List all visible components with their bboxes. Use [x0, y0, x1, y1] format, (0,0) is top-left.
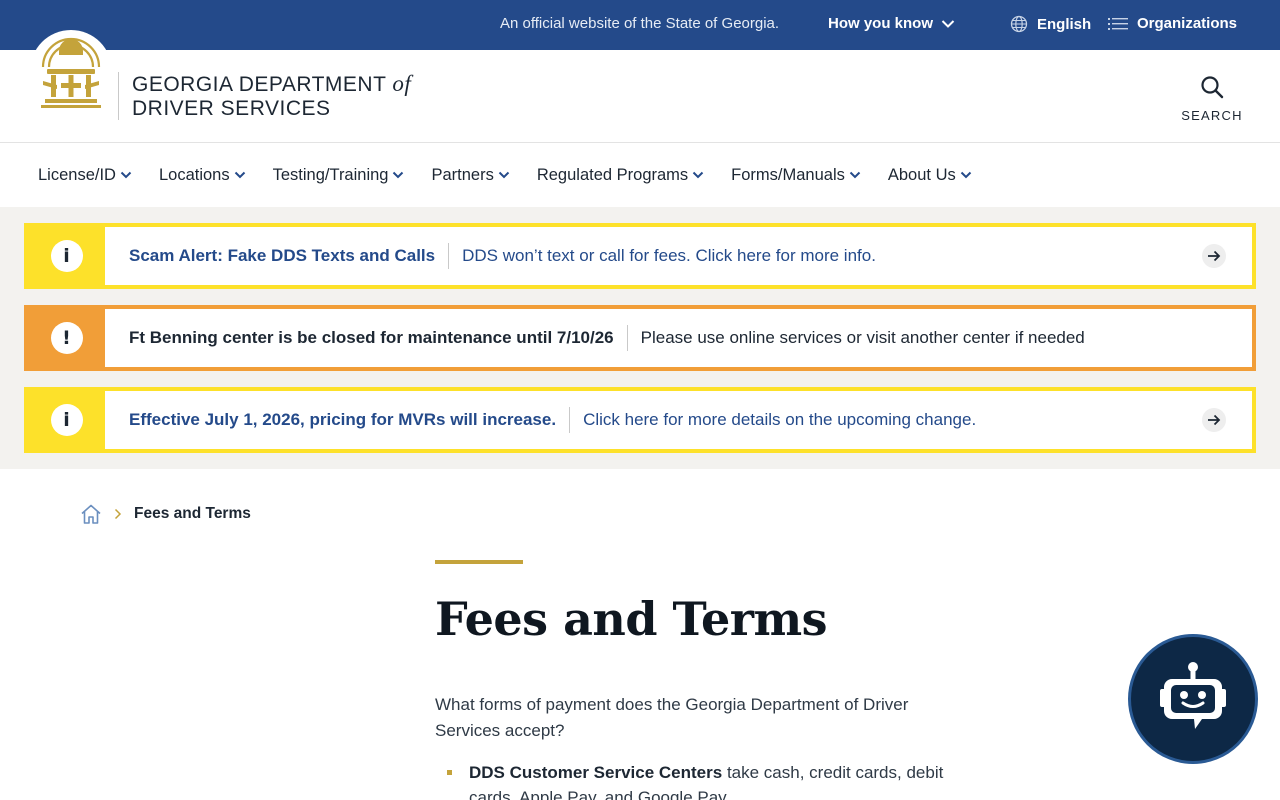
alert-separator: [569, 407, 571, 433]
official-banner: An official website of the State of Geor…: [0, 0, 1280, 50]
alert-separator: [448, 243, 450, 269]
georgia-seal-logo[interactable]: [30, 30, 112, 112]
alert-scam[interactable]: i Scam Alert: Fake DDS Texts and Calls D…: [24, 223, 1256, 289]
warning-icon: !: [50, 322, 83, 354]
state-seal-icon: [41, 37, 101, 108]
chevron-down-icon: [498, 171, 510, 179]
alert-icon-box: !: [28, 309, 105, 367]
nav-about-us[interactable]: About Us: [888, 166, 972, 185]
chevron-down-icon: [960, 171, 971, 179]
chatbot-button[interactable]: [1128, 634, 1258, 764]
list-item: DDS Customer Service Centers take cash, …: [447, 760, 947, 800]
info-icon: i: [50, 404, 83, 436]
main-navigation: License/ID Locations Testing/Training Pa…: [0, 143, 1280, 207]
organizations-label: Organizations: [1137, 15, 1238, 32]
alert-icon-box: i: [28, 391, 105, 449]
chevron-down-icon: [393, 171, 404, 179]
search-icon: [1201, 76, 1224, 99]
nav-item-label: License/ID: [38, 165, 116, 184]
nav-item-label: Regulated Programs: [536, 165, 689, 184]
chevron-down-icon: [692, 171, 704, 179]
chevron-down-icon: [849, 171, 861, 179]
chevron-down-icon: [234, 171, 245, 179]
nav-testing-training[interactable]: Testing/Training: [273, 166, 405, 185]
breadcrumb: Fees and Terms: [80, 503, 251, 525]
nav-item-label: About Us: [887, 165, 956, 184]
arrow-right-icon[interactable]: [1202, 244, 1226, 268]
globe-icon: [1010, 15, 1028, 33]
alert-description: Click here for more details on the upcom…: [583, 410, 977, 429]
chevron-down-icon: [120, 171, 132, 179]
alert-separator: [626, 325, 628, 351]
brand-line-2: DRIVER SERVICES: [132, 97, 331, 120]
alert-icon-box: i: [28, 227, 105, 285]
official-website-text: An official website of the State of Geor…: [500, 15, 780, 32]
how-you-know-toggle[interactable]: How you know: [828, 15, 955, 32]
nav-locations[interactable]: Locations: [159, 166, 246, 185]
list-item-heading: DDS Customer Service Centers: [469, 763, 723, 782]
language-selector[interactable]: English: [1010, 15, 1091, 33]
nav-partners[interactable]: Partners: [431, 165, 510, 185]
alerts-region: i Scam Alert: Fake DDS Texts and Calls D…: [0, 207, 1280, 469]
nav-item-label: Testing/Training: [272, 165, 389, 184]
agency-name[interactable]: GEORGIA DEPARTMENT of DRIVER SERVICES: [132, 72, 411, 121]
nav-license-id[interactable]: License/ID: [38, 166, 132, 185]
chevron-right-icon: [114, 508, 122, 520]
robot-chat-icon: [1160, 662, 1226, 729]
title-accent-line: [435, 560, 523, 564]
nav-item-label: Partners: [431, 165, 494, 184]
alert-title: Scam Alert: Fake DDS Texts and Calls: [129, 246, 436, 265]
alert-description: DDS won’t text or call for fees. Click h…: [462, 246, 876, 265]
payment-list: DDS Customer Service Centers take cash, …: [447, 760, 947, 800]
alert-title: Ft Benning center is be closed for maint…: [129, 328, 614, 347]
nav-item-label: Forms/Manuals: [731, 165, 845, 184]
chevron-down-icon: [941, 19, 955, 28]
alert-title: Effective July 1, 2026, pricing for MVRs…: [129, 410, 557, 429]
nav-regulated-programs[interactable]: Regulated Programs: [537, 166, 704, 185]
how-you-know-label: How you know: [828, 15, 933, 32]
arrow-right-icon[interactable]: [1202, 408, 1226, 432]
nav-item-label: Locations: [158, 165, 230, 184]
brand-line-1: GEORGIA DEPARTMENT: [132, 73, 387, 96]
list-icon: [1108, 17, 1128, 30]
brand-of: of: [392, 71, 412, 96]
alert-mvr-pricing[interactable]: i Effective July 1, 2026, pricing for MV…: [24, 387, 1256, 453]
page-title: Fees and Terms: [435, 592, 828, 646]
info-icon: i: [50, 240, 83, 272]
search-label: SEARCH: [1181, 108, 1243, 123]
breadcrumb-current: Fees and Terms: [134, 505, 251, 522]
alert-closure: ! Ft Benning center is be closed for mai…: [24, 305, 1256, 371]
alert-description: Please use online services or visit anot…: [640, 328, 1085, 347]
search-button[interactable]: SEARCH: [1180, 75, 1244, 123]
language-label: English: [1037, 15, 1092, 33]
home-icon[interactable]: [80, 503, 102, 525]
organizations-menu[interactable]: Organizations: [1108, 15, 1237, 32]
nav-forms-manuals[interactable]: Forms/Manuals: [731, 166, 861, 185]
intro-question: What forms of payment does the Georgia D…: [435, 695, 909, 740]
brand-divider: [118, 72, 119, 120]
